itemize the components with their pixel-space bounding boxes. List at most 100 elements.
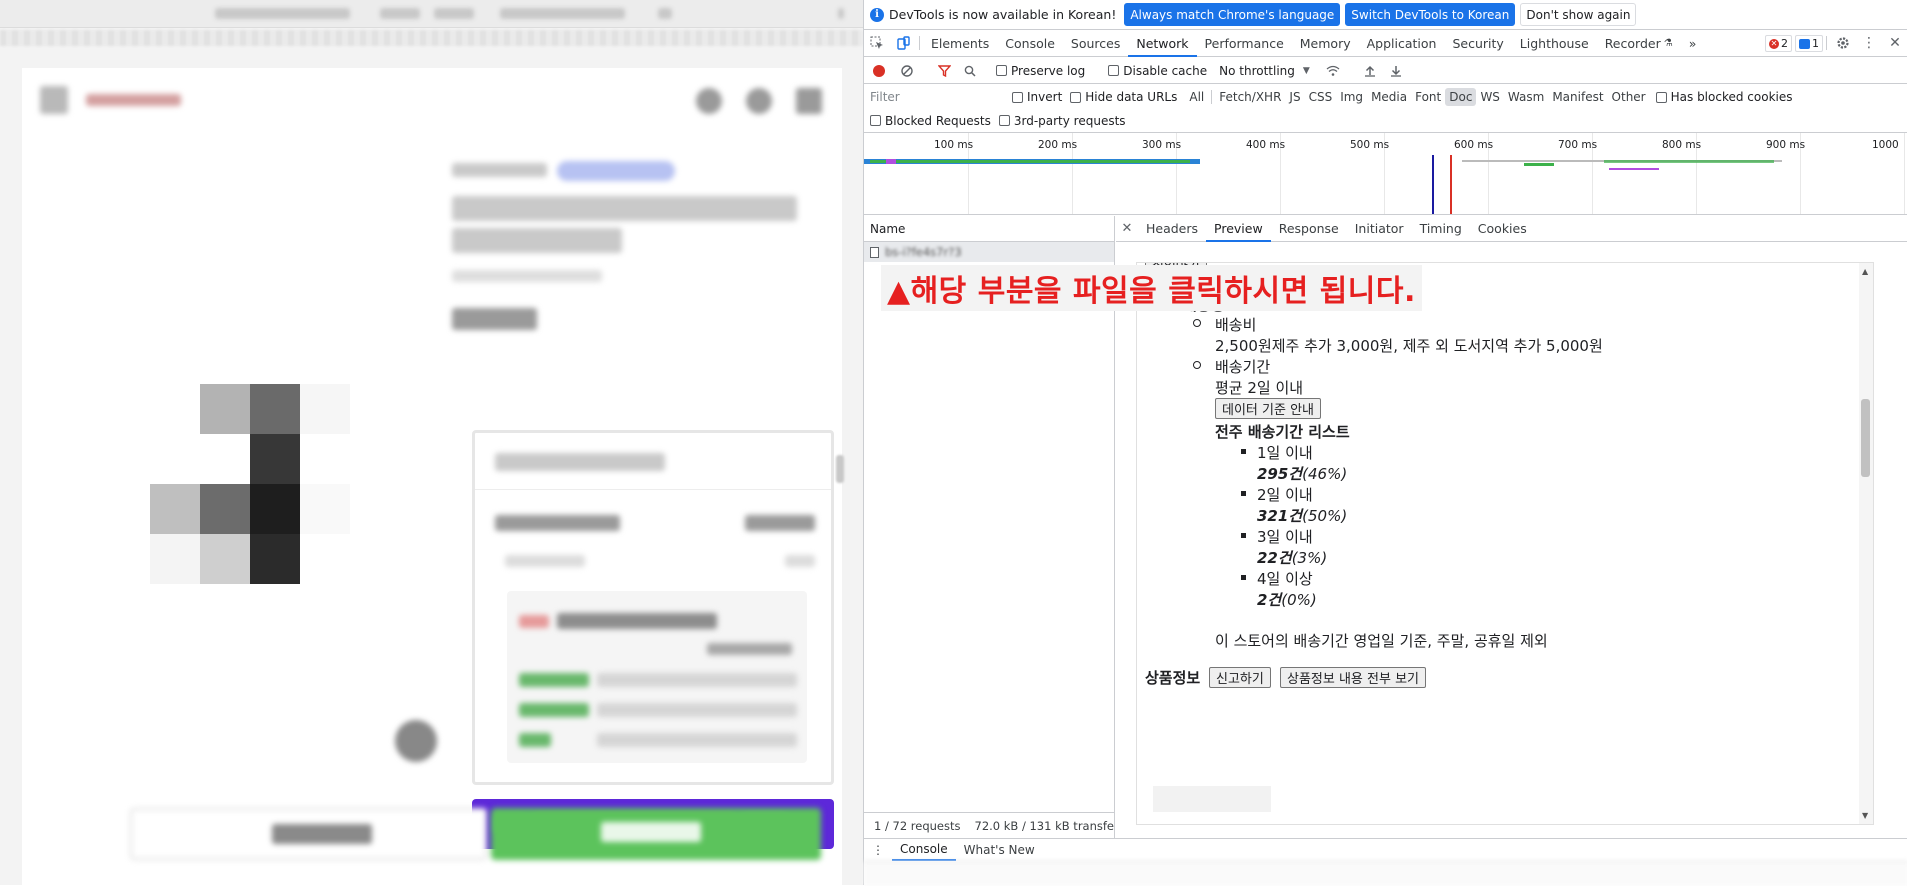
device-zoom-throttle[interactable] — [500, 8, 625, 19]
network-conditions-wifi-icon[interactable] — [1322, 61, 1344, 81]
filter-type-js[interactable]: JS — [1285, 88, 1304, 106]
search-icon[interactable] — [959, 61, 981, 81]
tip-row[interactable] — [597, 733, 797, 747]
search-icon[interactable] — [696, 88, 722, 114]
settings-gear-icon[interactable] — [1830, 30, 1856, 56]
tab-elements[interactable]: Elements — [923, 30, 997, 56]
tab-lighthouse[interactable]: Lighthouse — [1512, 30, 1597, 56]
inspect-element-icon[interactable] — [864, 30, 890, 56]
console-toolbar[interactable] — [864, 861, 1907, 886]
record-icon[interactable] — [873, 64, 885, 77]
tab-recorder[interactable]: Recorder ⚗ — [1597, 30, 1681, 56]
checkbox-box — [870, 115, 881, 126]
report-button[interactable]: 신고하기 — [1209, 667, 1271, 688]
filter-type-media[interactable]: Media — [1367, 88, 1411, 106]
device-width-field[interactable] — [380, 8, 420, 19]
tip-title — [557, 613, 717, 629]
store-logo-icon[interactable] — [40, 86, 68, 114]
switch-korean-button[interactable]: Switch DevTools to Korean — [1345, 3, 1516, 26]
throttling-select[interactable]: No throttling ▼ — [1219, 64, 1310, 78]
viewport-resize-handle[interactable] — [836, 455, 844, 483]
filter-type-img[interactable]: Img — [1336, 88, 1367, 106]
product-image-tile — [250, 434, 300, 484]
close-detail-icon[interactable]: ✕ — [1116, 216, 1138, 241]
tab-timing[interactable]: Timing — [1412, 216, 1470, 241]
filter-type-font[interactable]: Font — [1411, 88, 1445, 106]
device-toolbar-icon[interactable] — [890, 30, 916, 56]
more-tabs-button[interactable]: » — [1681, 30, 1705, 56]
view-all-product-info-button[interactable]: 상품정보 내용 전부 보기 — [1280, 667, 1426, 688]
average-period: 평균 2일 이내 — [1215, 379, 1304, 397]
device-toolbar — [0, 0, 863, 28]
tab-console[interactable]: Console — [997, 30, 1063, 56]
close-devtools-icon[interactable]: ✕ — [1882, 30, 1907, 56]
hide-data-urls-checkbox[interactable]: Hide data URLs — [1070, 90, 1177, 104]
blocked-cookies-checkbox[interactable]: Has blocked cookies — [1655, 90, 1793, 104]
waterfall-bar — [1609, 168, 1659, 170]
product-image-tile — [250, 534, 300, 584]
period-item-count: 295건 — [1257, 465, 1303, 483]
export-har-icon[interactable] — [1385, 61, 1407, 81]
gift-button[interactable] — [130, 808, 487, 860]
dropdown-arrow-icon: ▼ — [1302, 65, 1310, 76]
scrollbar-thumb[interactable] — [1861, 399, 1870, 477]
floating-share-button[interactable] — [395, 720, 437, 762]
clear-icon[interactable] — [896, 61, 918, 81]
tip-row[interactable] — [597, 673, 797, 687]
device-toolbar-dimensions[interactable] — [215, 8, 350, 19]
max-point-value[interactable] — [745, 515, 815, 531]
tab-sources[interactable]: Sources — [1063, 30, 1128, 56]
invert-checkbox[interactable]: Invert — [1012, 90, 1062, 104]
device-height-field[interactable] — [434, 8, 474, 19]
filter-type-css[interactable]: CSS — [1305, 88, 1337, 106]
cart-icon[interactable] — [746, 88, 772, 114]
match-language-button[interactable]: Always match Chrome's language — [1124, 3, 1341, 26]
dont-show-again-button[interactable]: Don't show again — [1520, 3, 1637, 26]
timeline-tick: 400 ms — [1246, 139, 1286, 151]
menu-icon[interactable] — [796, 88, 822, 114]
tab-response[interactable]: Response — [1271, 216, 1347, 241]
drawer-tab-console[interactable]: Console — [892, 839, 956, 861]
preview-scrollbar[interactable]: ▲ ▼ — [1859, 263, 1873, 824]
drawer-menu-icon[interactable]: ⋮ — [864, 843, 892, 857]
third-party-checkbox[interactable]: 3rd-party requests — [998, 114, 1126, 128]
disable-cache-checkbox[interactable]: Disable cache — [1108, 64, 1207, 78]
store-name[interactable] — [86, 94, 181, 106]
tab-memory[interactable]: Memory — [1292, 30, 1359, 56]
filter-type-all[interactable]: All — [1185, 88, 1208, 106]
message-counter[interactable]: 1 — [1795, 35, 1823, 52]
tab-headers[interactable]: Headers — [1138, 216, 1206, 241]
device-rotate-icon[interactable] — [658, 8, 672, 19]
tab-security[interactable]: Security — [1444, 30, 1511, 56]
import-har-icon[interactable] — [1359, 61, 1381, 81]
tab-cookies[interactable]: Cookies — [1470, 216, 1535, 241]
error-counter[interactable]: ✕ 2 — [1765, 35, 1792, 52]
data-basis-button[interactable]: 데이터 기준 안내 — [1215, 398, 1321, 419]
filter-type-manifest[interactable]: Manifest — [1548, 88, 1607, 106]
tab-initiator[interactable]: Initiator — [1347, 216, 1412, 241]
tab-application[interactable]: Application — [1359, 30, 1445, 56]
filter-type-doc[interactable]: Doc — [1445, 88, 1477, 106]
filter-type-wasm[interactable]: Wasm — [1504, 88, 1548, 106]
buy-button[interactable] — [491, 808, 821, 860]
blocked-requests-checkbox[interactable]: Blocked Requests — [870, 114, 991, 128]
tip-row[interactable] — [597, 703, 797, 717]
name-column-header[interactable]: Name — [864, 216, 1114, 242]
drawer-tab-whats-new[interactable]: What's New — [956, 843, 1043, 857]
filter-type-fetch-xhr[interactable]: Fetch/XHR — [1215, 88, 1285, 106]
filter-type-ws[interactable]: WS — [1476, 88, 1503, 106]
scroll-down-arrow-icon[interactable]: ▼ — [1862, 811, 1868, 820]
tab-performance[interactable]: Performance — [1197, 30, 1292, 56]
network-overview-timeline[interactable]: 100 ms 200 ms 300 ms 400 ms 500 ms 600 m… — [864, 133, 1907, 215]
preserve-log-checkbox[interactable]: Preserve log — [996, 64, 1085, 78]
request-row[interactable]: bs-i?fe4s7r?3 — [864, 242, 1114, 262]
device-more-icon[interactable] — [838, 8, 844, 19]
filter-input[interactable]: Filter — [870, 90, 1010, 104]
filter-type-other[interactable]: Other — [1608, 88, 1650, 106]
filter-funnel-icon[interactable] — [933, 61, 955, 81]
gift-button-label — [272, 824, 372, 844]
kebab-menu-icon[interactable]: ⋮ — [1856, 30, 1882, 56]
tab-network[interactable]: Network — [1128, 30, 1197, 57]
scroll-up-arrow-icon[interactable]: ▲ — [1862, 267, 1868, 276]
tab-preview[interactable]: Preview — [1206, 216, 1271, 242]
